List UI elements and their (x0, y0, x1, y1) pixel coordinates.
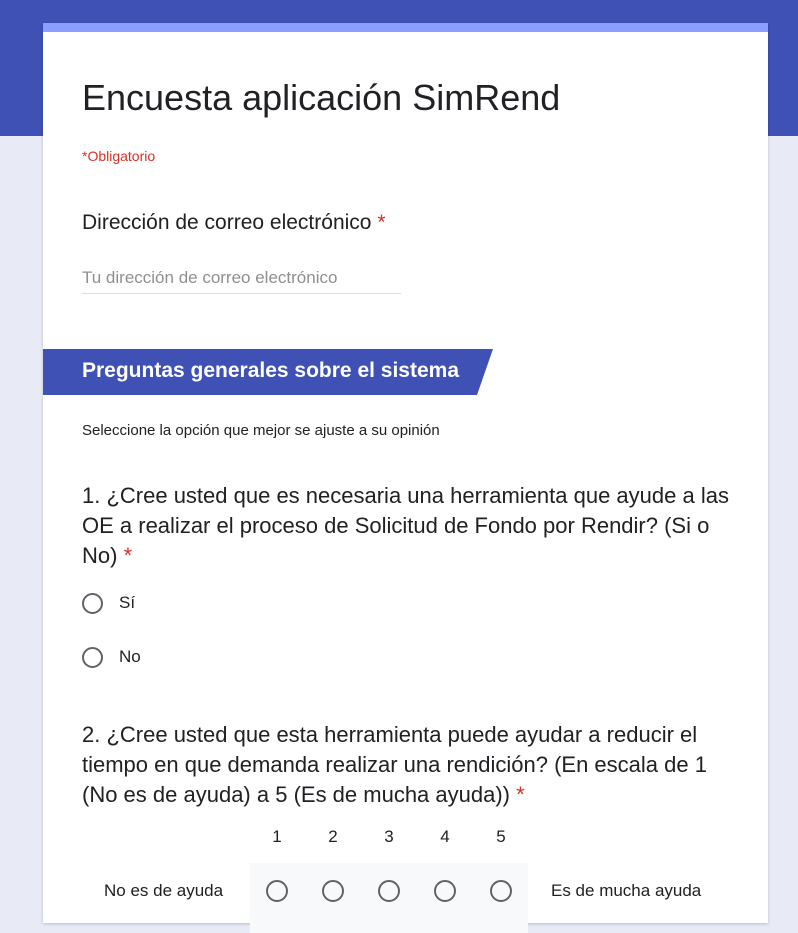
radio-button[interactable] (82, 646, 103, 668)
option-si[interactable]: Sí (82, 591, 135, 615)
required-asterisk: * (123, 543, 133, 568)
required-asterisk: * (377, 211, 386, 234)
scale-number: 1 (272, 827, 282, 846)
scale-radio-4[interactable] (434, 880, 456, 902)
question-1-text: 1. ¿Cree usted que es necesaria una herr… (82, 483, 729, 568)
question-1: 1. ¿Cree usted que es necesaria una herr… (82, 481, 732, 571)
email-question-label: Dirección de correo electrónico (82, 211, 372, 234)
question-2: 2. ¿Cree usted que esta herramienta pued… (82, 720, 732, 810)
scale-number: 3 (384, 827, 394, 846)
option-label: No (119, 647, 141, 666)
question-2-text: 2. ¿Cree usted que esta herramienta pued… (82, 722, 707, 807)
section-description: Seleccione la opción que mejor se ajuste… (82, 422, 440, 439)
scale-number: 5 (496, 827, 506, 846)
section-title: Preguntas generales sobre el sistema (82, 359, 460, 382)
required-note: *Obligatorio (82, 148, 156, 164)
form-title: Encuesta aplicación SimRend (82, 77, 561, 118)
radio-button[interactable] (82, 592, 103, 614)
scale-high-label: Es de mucha ayuda (551, 881, 702, 900)
option-no[interactable]: No (82, 645, 141, 669)
scale-low-label: No es de ayuda (104, 881, 224, 900)
scale-radio-3[interactable] (378, 880, 400, 902)
scale-radio-1[interactable] (266, 880, 288, 902)
card-accent-bar (43, 23, 768, 32)
scale-radio-5[interactable] (490, 880, 512, 902)
section-header: Preguntas generales sobre el sistema (43, 349, 493, 395)
email-field[interactable] (82, 263, 401, 294)
form-card: Encuesta aplicación SimRend *Obligatorio… (43, 23, 768, 933)
scale-radio-2[interactable] (322, 880, 344, 902)
scale-number: 2 (328, 827, 338, 846)
required-asterisk: * (516, 782, 525, 807)
email-question: Dirección de correo electrónico * (82, 211, 386, 235)
option-label: Sí (119, 593, 136, 612)
scale-number: 4 (440, 827, 450, 846)
